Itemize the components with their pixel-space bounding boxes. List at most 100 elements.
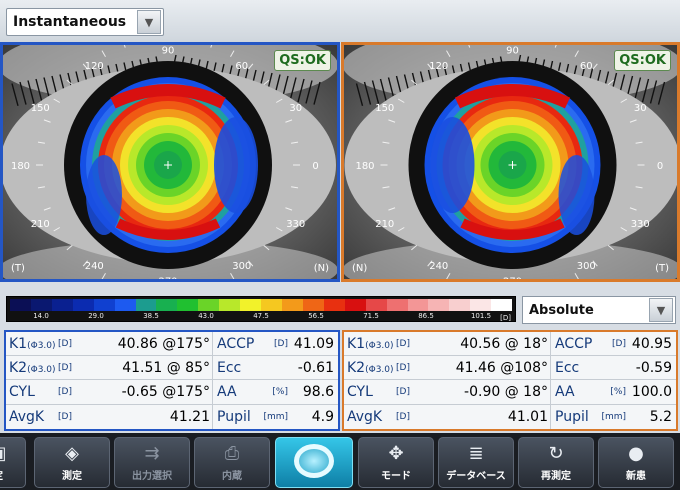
- measurement-value: 40.86 @175°: [117, 335, 210, 352]
- measurement-row: AvgK [D] 41.01 Pupil [mm] 5.2: [344, 404, 676, 429]
- scale-cell: [302, 299, 324, 311]
- angle-label: 150: [375, 103, 394, 114]
- scale-cell: [365, 299, 387, 311]
- map-mode-select[interactable]: Instantaneous ▼: [6, 8, 164, 36]
- measurement-unit-secondary: [D]: [612, 338, 626, 349]
- angle-label: 90: [162, 45, 175, 56]
- angle-label: 300: [577, 261, 596, 272]
- toolbar-eye-mode-button[interactable]: [275, 437, 353, 488]
- scale-tick-label: 29.0: [88, 312, 104, 320]
- scale-tick-label: 47.5: [253, 312, 269, 320]
- measurement-value: 41.21: [169, 408, 210, 425]
- color-scale-area: 14.0 29.0 38.5 43.0 47.5 56.5 71.5 86.5 101.5 [D…: [0, 282, 680, 330]
- angle-label: 270: [158, 277, 177, 279]
- toolbar-button-label: 定: [0, 467, 3, 482]
- angle-label: 120: [85, 61, 104, 72]
- scale-unit: [D]: [500, 314, 511, 322]
- chevron-down-icon[interactable]: ▼: [649, 298, 673, 322]
- scale-cell: [281, 299, 303, 311]
- measurement-unit: [D]: [396, 362, 410, 373]
- toolbar-output-select-icon: ⇉: [144, 443, 160, 464]
- measurement-label: AvgK: [9, 408, 45, 425]
- measurement-label-secondary: ACCP: [212, 332, 262, 356]
- toolbar-button-label: データベース: [446, 471, 506, 482]
- toolbar-button-label: モード: [381, 471, 411, 482]
- toolbar-database-icon: ≣: [468, 443, 484, 464]
- angle-label: 180: [11, 161, 30, 172]
- scale-cell: [72, 299, 94, 311]
- eye-lens-icon: [294, 444, 334, 478]
- scale-cell: [344, 299, 366, 311]
- right-eye-qs-status: QS:OK: [274, 50, 331, 71]
- chevron-down-icon[interactable]: ▼: [137, 10, 161, 34]
- measurement-unit-secondary: [%]: [272, 386, 288, 397]
- toolbar-mode-button[interactable]: ✥ モード: [358, 437, 434, 488]
- scale-cell: [114, 299, 136, 311]
- angle-label: 330: [286, 219, 305, 230]
- scale-cell: [323, 299, 345, 311]
- measurement-unit: [D]: [58, 362, 72, 373]
- scale-cell: [177, 299, 199, 311]
- display-mode-value: Absolute: [529, 302, 594, 318]
- toolbar-new-patient-icon: ●: [628, 443, 644, 464]
- measurement-label: K2(Φ3.0): [9, 359, 56, 376]
- measurement-label: AvgK: [347, 408, 383, 425]
- angle-label: 60: [580, 61, 593, 72]
- toolbar-database-button[interactable]: ≣ データベース: [438, 437, 514, 488]
- measurement-value-secondary: 41.09: [293, 335, 334, 352]
- measurement-value-secondary: -0.61: [297, 359, 334, 376]
- scale-cell: [30, 299, 52, 311]
- measurement-row: CYL [D] -0.90 @ 18° AA [%] 100.0: [344, 380, 676, 405]
- measurement-value-secondary: 40.95: [631, 335, 672, 352]
- corner-label-bottom-left: (T): [11, 263, 25, 274]
- bottom-toolbar: ▣定◈測定⇉出力選択⎙内蔵✥モード≣データベース↻再測定●新患: [0, 433, 680, 490]
- measurement-value: -0.65 @175°: [121, 383, 210, 400]
- toolbar-button-label: 出力選択: [132, 471, 172, 482]
- measurement-unit: [D]: [396, 411, 410, 422]
- angle-label: 120: [429, 61, 448, 72]
- scale-cell: [449, 299, 471, 311]
- measurement-unit-secondary: [%]: [610, 386, 626, 397]
- toolbar-edge-button[interactable]: ▣定: [0, 437, 26, 488]
- scale-cell: [470, 299, 492, 311]
- toolbar-remeasure-button[interactable]: ↻ 再測定: [518, 437, 594, 488]
- measurement-unit-secondary: [mm]: [601, 411, 626, 422]
- left-eye-map-panel[interactable]: 9060300330300270240210180150120(N)(T) QS…: [341, 42, 680, 282]
- angle-label: 150: [31, 103, 50, 114]
- measurement-label: CYL: [347, 383, 373, 400]
- scale-cell: [240, 299, 262, 311]
- display-mode-select[interactable]: Absolute ▼: [522, 296, 676, 324]
- toolbar-measure-button[interactable]: ◈ 測定: [34, 437, 110, 488]
- measurement-value-secondary: -0.59: [635, 359, 672, 376]
- measurement-value-secondary: 98.6: [302, 383, 334, 400]
- toolbar-output-select-button[interactable]: ⇉ 出力選択: [114, 437, 190, 488]
- right-eye-map-panel[interactable]: 9060300330300270240210180150120(T)(N) QS…: [0, 42, 340, 282]
- scale-cell: [135, 299, 157, 311]
- measurement-label-secondary: AA: [550, 380, 600, 404]
- scale-cell: [491, 299, 513, 311]
- map-mode-value: Instantaneous: [13, 14, 127, 30]
- toolbar-print-button[interactable]: ⎙ 内蔵: [194, 437, 270, 488]
- scale-cell: [407, 299, 429, 311]
- toolbar-button-label: 測定: [62, 471, 82, 482]
- angle-label: 0: [312, 161, 318, 172]
- toolbar-new-patient-button[interactable]: ● 新患: [598, 437, 674, 488]
- angle-label: 90: [506, 45, 519, 56]
- scale-cell: [198, 299, 220, 311]
- measurement-label: K2(Φ3.0): [347, 359, 394, 376]
- scale-tick-label: 56.5: [308, 312, 324, 320]
- toolbar-button-label: 再測定: [541, 471, 571, 482]
- angle-label: 60: [235, 61, 248, 72]
- measurement-label-secondary: Ecc: [212, 356, 262, 380]
- measurement-label-secondary: Pupil: [212, 404, 262, 429]
- color-scale-bar: 14.0 29.0 38.5 43.0 47.5 56.5 71.5 86.5 101.5 [D…: [6, 296, 516, 322]
- angle-label: 240: [85, 261, 104, 272]
- toolbar-edge-icon: ▣: [0, 445, 7, 463]
- scale-cell: [386, 299, 408, 311]
- scale-cell: [219, 299, 241, 311]
- measurement-unit: [D]: [58, 338, 72, 349]
- measurement-unit-secondary: [D]: [274, 338, 288, 349]
- measurement-label: CYL: [9, 383, 35, 400]
- measurement-row: K1(Φ3.0) [D] 40.86 @175° ACCP [D] 41.09: [6, 332, 338, 357]
- toolbar-mode-icon: ✥: [388, 443, 404, 464]
